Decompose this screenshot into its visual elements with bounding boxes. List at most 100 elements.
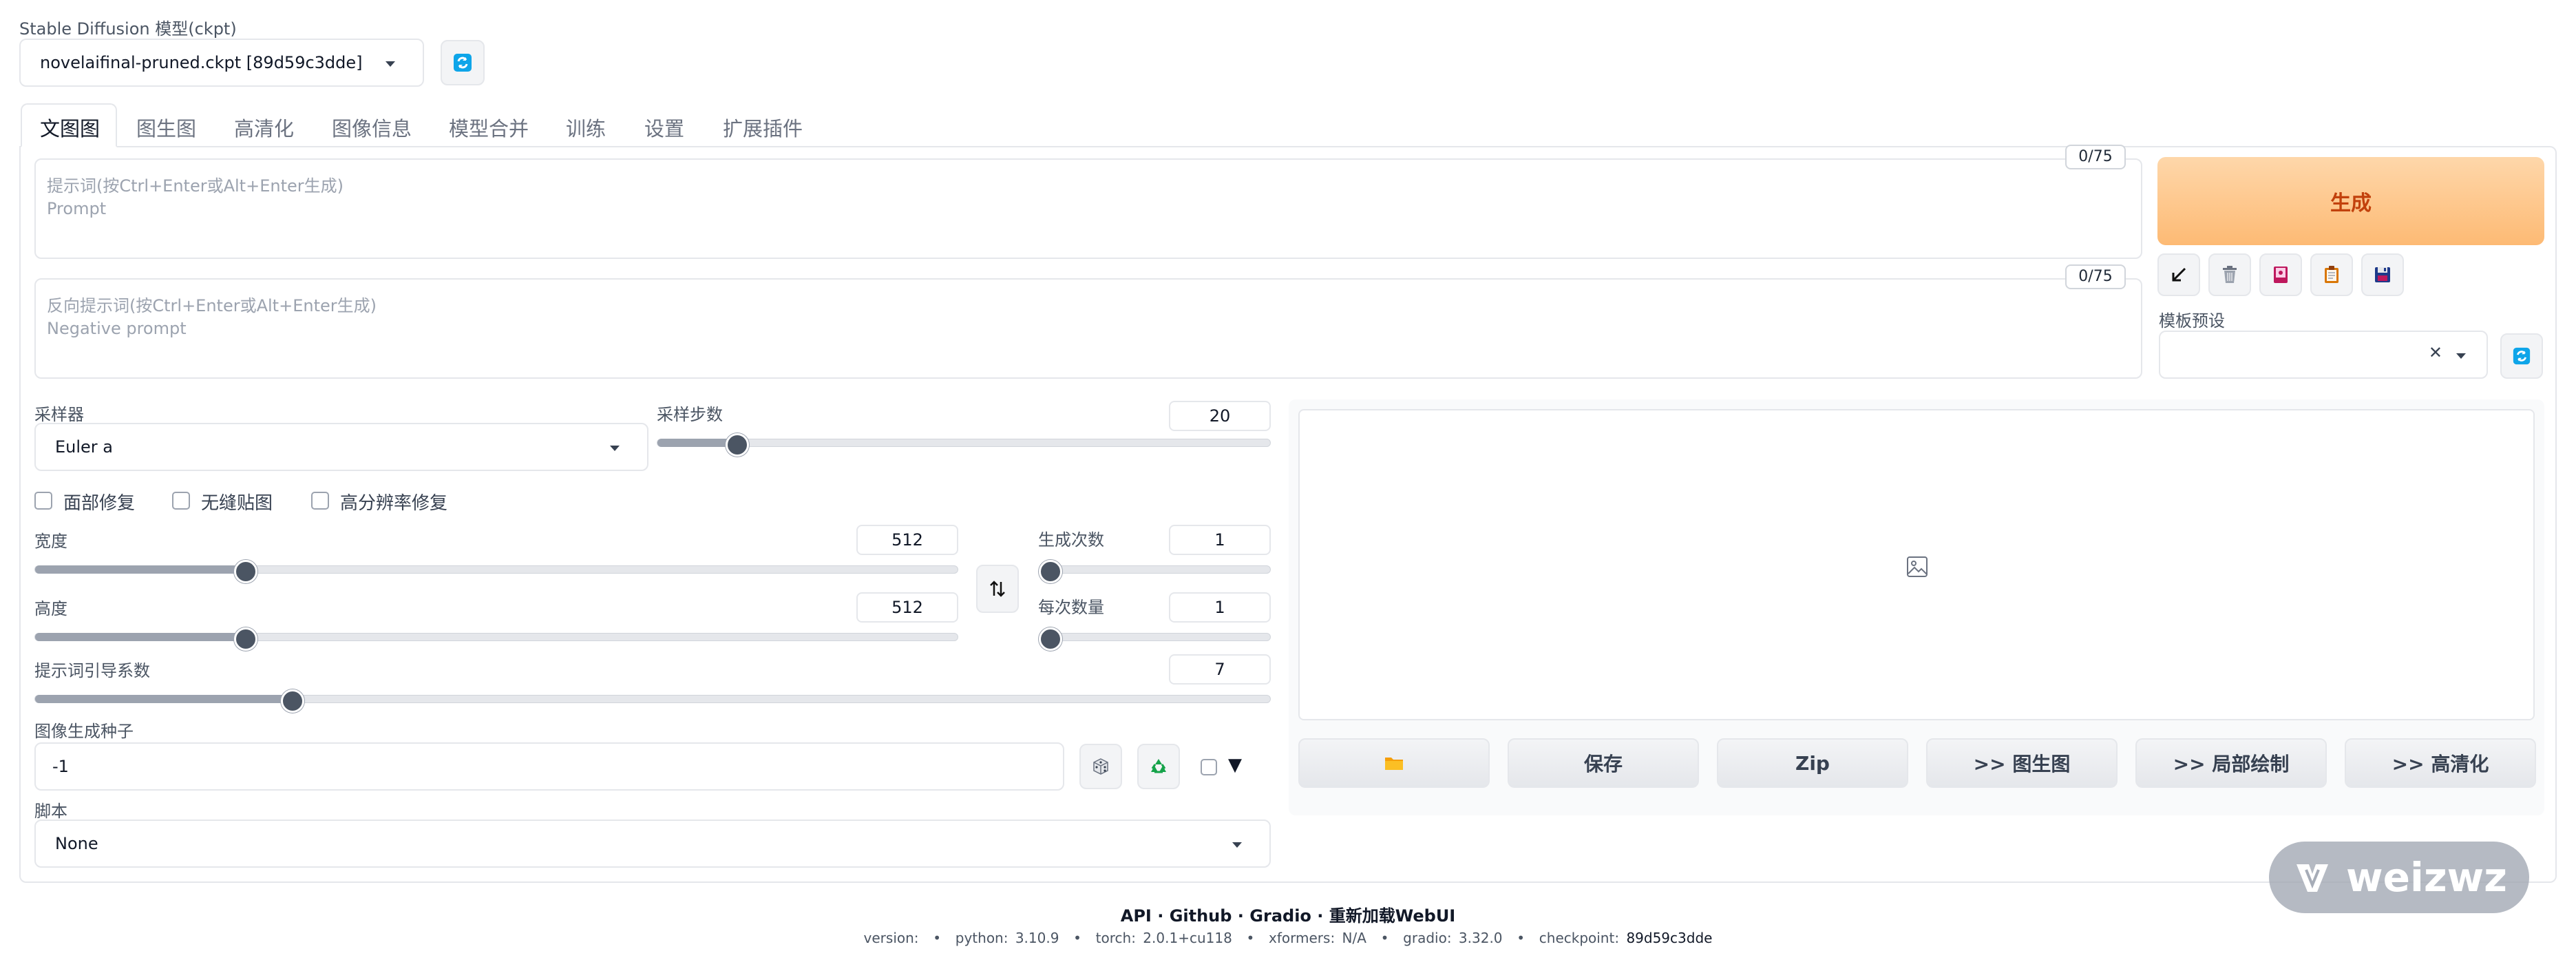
generate-button[interactable]: 生成 (2157, 157, 2544, 245)
batch-size-number-input[interactable]: 1 (1169, 592, 1271, 623)
trash-icon (2223, 266, 2237, 283)
bullet: • (1073, 930, 1081, 946)
seed-input[interactable]: -1 (34, 742, 1064, 791)
slider-thumb[interactable] (233, 560, 257, 583)
model-label: Stable Diffusion 模型(ckpt) (19, 19, 237, 39)
cfg-scale-label: 提示词引导系数 (34, 661, 150, 680)
sampler-select[interactable]: Euler a (34, 423, 648, 471)
width-slider[interactable] (34, 560, 958, 583)
bullet: • (933, 930, 942, 946)
batch-count-number-input[interactable]: 1 (1169, 525, 1271, 555)
width-label: 宽度 (34, 532, 67, 551)
open-folder-button[interactable] (1298, 738, 1490, 788)
prompt-textarea[interactable]: 提示词(按Ctrl+Enter或Alt+Enter生成) Prompt (34, 158, 2142, 259)
extra-networks-button[interactable] (2259, 253, 2302, 296)
tiling-label: 无缝贴图 (201, 493, 273, 514)
hires-fix-checkbox[interactable] (311, 492, 329, 510)
watermark-logo-icon (2297, 864, 2329, 892)
height-slider[interactable] (34, 627, 958, 651)
cfg-scale-number-input[interactable]: 7 (1169, 654, 1271, 685)
tiling-checkbox[interactable] (172, 492, 190, 510)
chevron-down-icon (2456, 353, 2466, 359)
send-to-inpaint-button[interactable]: >> 局部绘制 (2135, 738, 2327, 788)
prompt-token-counter: 0/75 (2065, 145, 2126, 169)
prompt-placeholder: 提示词(按Ctrl+Enter或Alt+Enter生成) (47, 176, 344, 196)
gradio-link[interactable]: Gradio (1249, 906, 1311, 926)
bullet: • (1517, 930, 1525, 946)
github-link[interactable]: Github (1170, 906, 1232, 926)
api-link[interactable]: API (1121, 906, 1152, 926)
recycle-icon (1151, 759, 1166, 773)
slider-fill (657, 439, 736, 447)
tab-extensions[interactable]: 扩展插件 (723, 113, 803, 142)
face-restore-label: 面部修复 (63, 493, 136, 514)
save-style-button[interactable] (2361, 253, 2404, 296)
image-placeholder-icon (1907, 556, 1928, 577)
separator: · (1157, 906, 1164, 926)
extra-seed-toggle[interactable]: ▼ (1228, 755, 1242, 775)
swap-arrows-icon (990, 581, 1005, 597)
prompt-placeholder-en: Prompt (47, 199, 107, 218)
arrow-down-left-icon (2172, 267, 2186, 282)
seed-label: 图像生成种子 (34, 722, 134, 741)
send-to-extras-button[interactable]: >> 高清化 (2345, 738, 2536, 788)
chevron-down-icon (386, 61, 395, 67)
height-number-input[interactable]: 512 (856, 592, 958, 623)
steps-number-input[interactable]: 20 (1169, 401, 1271, 431)
output-gallery[interactable] (1298, 409, 2535, 720)
zip-button[interactable]: Zip (1717, 738, 1908, 788)
model-select[interactable]: novelaifinal-pruned.ckpt [89d59c3dde] (19, 39, 424, 87)
swap-dimensions-button[interactable] (976, 565, 1019, 613)
hires-fix-label: 高分辨率修复 (340, 493, 448, 514)
tab-settings[interactable]: 设置 (644, 113, 684, 142)
apply-style-button[interactable] (2310, 253, 2353, 296)
sampler-value: Euler a (55, 437, 114, 457)
script-select[interactable]: None (34, 820, 1271, 868)
tab-txt2img[interactable]: 文图图 (21, 103, 117, 147)
batch-size-slider[interactable] (1039, 627, 1271, 651)
python-version: python: 3.10.9 (955, 930, 1059, 946)
bullet: • (1246, 930, 1255, 946)
checkpoint-label: checkpoint: (1539, 930, 1620, 946)
reload-webui-link[interactable]: 重新加载WebUI (1329, 906, 1456, 926)
styles-refresh-button[interactable] (2500, 333, 2543, 379)
read-params-button[interactable] (2157, 253, 2200, 296)
model-refresh-button[interactable] (441, 40, 485, 85)
clear-prompt-button[interactable] (2208, 253, 2251, 296)
script-value: None (55, 834, 98, 853)
slider-thumb[interactable] (1039, 627, 1062, 651)
negative-prompt-token-counter: 0/75 (2065, 264, 2126, 289)
tab-img2img[interactable]: 图生图 (136, 113, 196, 142)
bullet: • (1380, 930, 1389, 946)
width-number-input[interactable]: 512 (856, 525, 958, 555)
negative-prompt-textarea[interactable]: 反向提示词(按Ctrl+Enter或Alt+Enter生成) Negative … (34, 278, 2142, 379)
random-seed-button[interactable] (1079, 744, 1122, 789)
version-info: version: • python: 3.10.9 • torch: 2.0.1… (0, 930, 2576, 946)
clear-styles-icon[interactable]: ✕ (2429, 343, 2442, 362)
slider-thumb[interactable] (281, 689, 305, 713)
slider-thumb[interactable] (233, 627, 257, 651)
tab-extras[interactable]: 高清化 (234, 113, 294, 142)
steps-slider[interactable] (657, 433, 1271, 457)
seed-value: -1 (52, 757, 69, 776)
tab-train[interactable]: 训练 (566, 113, 606, 142)
save-button[interactable]: 保存 (1508, 738, 1699, 788)
styles-dropdown[interactable]: ✕ (2159, 331, 2488, 379)
reuse-seed-button[interactable] (1137, 744, 1180, 789)
negative-prompt-placeholder: 反向提示词(按Ctrl+Enter或Alt+Enter生成) (47, 296, 377, 315)
separator: · (1317, 906, 1324, 926)
tab-png-info[interactable]: 图像信息 (332, 113, 412, 142)
floppy-disk-icon (2375, 267, 2390, 282)
face-restore-checkbox[interactable] (34, 492, 52, 510)
folder-icon (1385, 758, 1403, 770)
sampler-label: 采样器 (34, 405, 84, 424)
gradio-version: gradio: 3.32.0 (1403, 930, 1503, 946)
checkpoint-hash[interactable]: 89d59c3dde (1626, 930, 1712, 946)
slider-thumb[interactable] (1039, 560, 1062, 583)
tab-merge[interactable]: 模型合并 (449, 113, 529, 142)
cfg-scale-slider[interactable] (34, 689, 1271, 713)
refresh-icon (454, 54, 472, 72)
extra-seed-checkbox[interactable] (1201, 759, 1217, 775)
send-to-img2img-button[interactable]: >> 图生图 (1926, 738, 2118, 788)
batch-count-slider[interactable] (1039, 560, 1271, 583)
